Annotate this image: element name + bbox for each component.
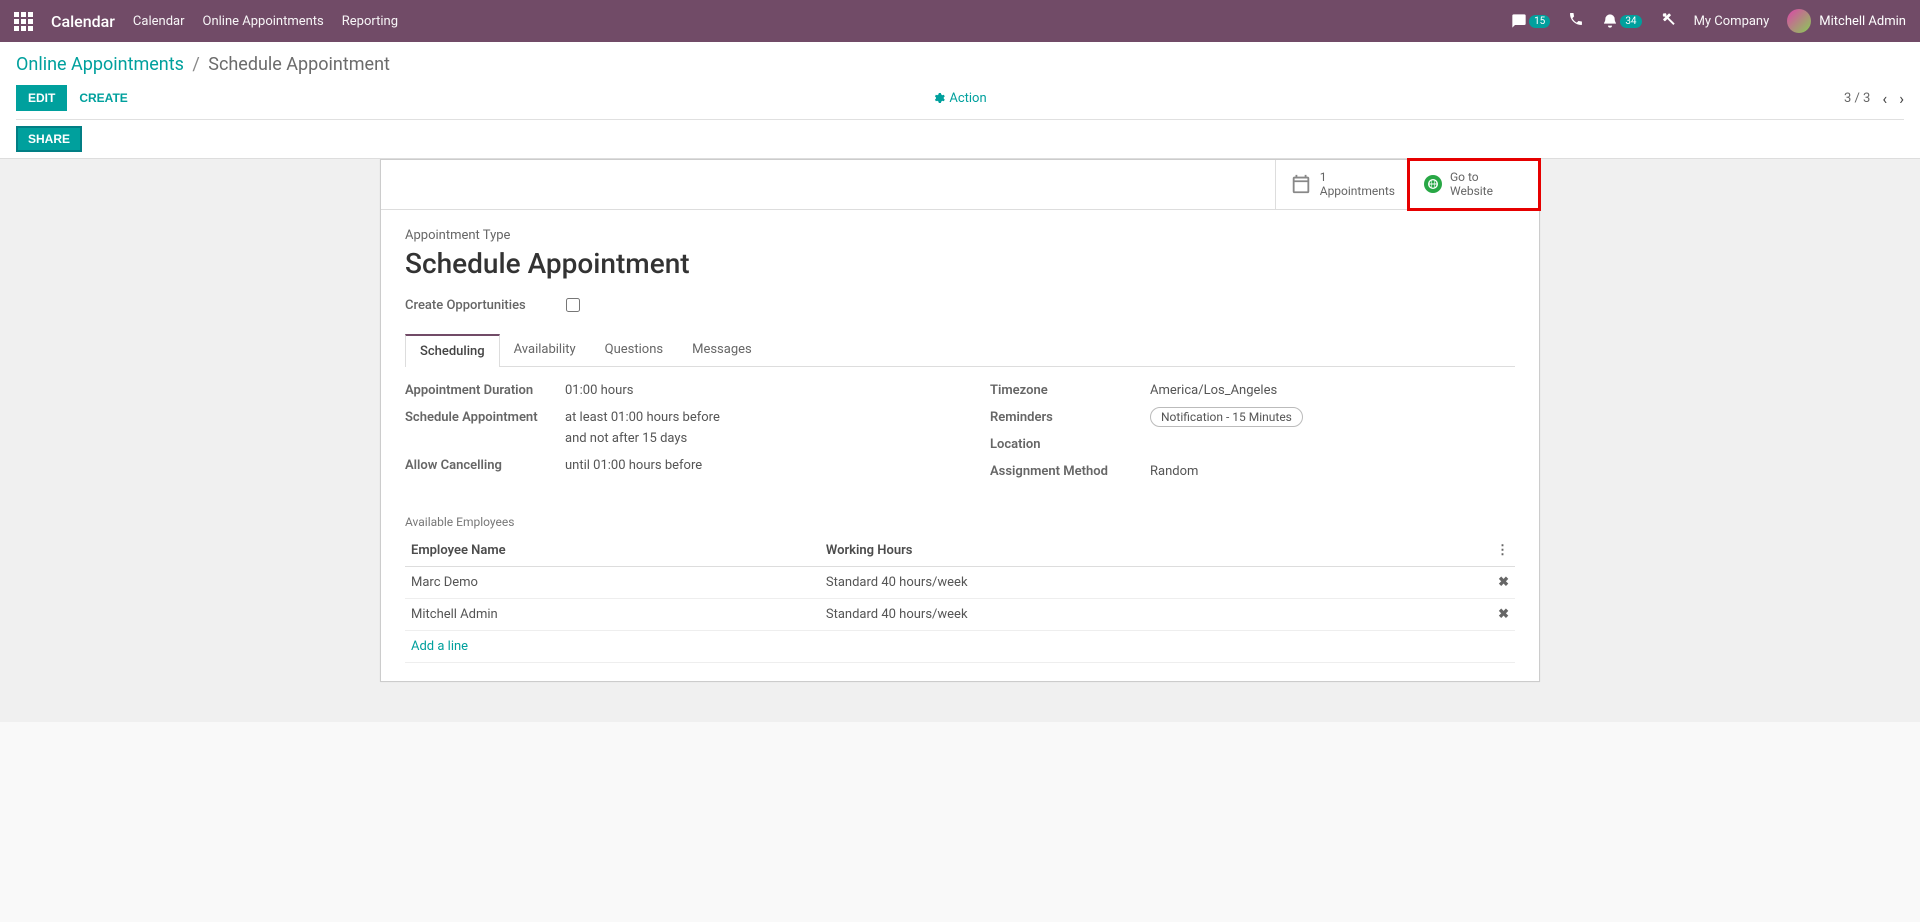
breadcrumb-current: Schedule Appointment xyxy=(208,54,390,75)
timezone-value: America/Los_Angeles xyxy=(1150,383,1277,398)
user-name: Mitchell Admin xyxy=(1819,14,1906,29)
stat-website-line2: Website xyxy=(1450,184,1493,198)
conversations-icon[interactable]: 15 xyxy=(1511,13,1550,29)
table-options[interactable]: ⋮ xyxy=(1418,535,1515,567)
tab-messages[interactable]: Messages xyxy=(677,333,767,366)
scheduling-details: Appointment Duration 01:00 hours Schedul… xyxy=(405,383,1515,491)
create-opportunities-label: Create Opportunities xyxy=(405,298,526,313)
employee-name-cell: Marc Demo xyxy=(405,566,820,598)
phone-icon[interactable] xyxy=(1568,11,1584,31)
conversations-badge: 15 xyxy=(1529,15,1550,28)
action-menu[interactable]: Action xyxy=(933,91,986,106)
form-sheet: 1 Appointments Go to Website Appointment… xyxy=(380,159,1540,682)
assignment-value: Random xyxy=(1150,464,1198,479)
stat-appointments-label: Appointments xyxy=(1320,184,1395,198)
appointment-type-label: Appointment Type xyxy=(405,228,1515,243)
pager-prev[interactable]: ‹ xyxy=(1882,89,1887,108)
app-title[interactable]: Calendar xyxy=(51,12,115,31)
button-box: 1 Appointments Go to Website xyxy=(381,160,1539,210)
employees-section-title: Available Employees xyxy=(405,515,1515,529)
company-menu[interactable]: My Company xyxy=(1694,14,1770,29)
working-hours-cell: Standard 40 hours/week xyxy=(820,566,1418,598)
pager: 3 / 3 ‹ › xyxy=(1844,89,1904,108)
stat-website[interactable]: Go to Website xyxy=(1409,160,1539,209)
breadcrumb: Online Appointments / Schedule Appointme… xyxy=(16,54,1904,75)
nav-calendar[interactable]: Calendar xyxy=(133,14,185,29)
globe-icon xyxy=(1424,175,1442,193)
tab-scheduling[interactable]: Scheduling xyxy=(405,334,500,367)
control-bar: Online Appointments / Schedule Appointme… xyxy=(0,42,1920,158)
add-line-link[interactable]: Add a line xyxy=(411,639,468,654)
debug-icon[interactable] xyxy=(1660,11,1676,31)
tabs: Scheduling Availability Questions Messag… xyxy=(405,333,1515,367)
user-menu[interactable]: Mitchell Admin xyxy=(1787,9,1906,33)
nav-online-appointments[interactable]: Online Appointments xyxy=(203,14,324,29)
schedule-label: Schedule Appointment xyxy=(405,410,565,425)
employees-table: Employee Name Working Hours ⋮ Marc Demo … xyxy=(405,535,1515,663)
reminders-label: Reminders xyxy=(990,410,1150,425)
delete-row-icon[interactable]: ✖ xyxy=(1498,607,1509,622)
employee-name-cell: Mitchell Admin xyxy=(405,598,820,630)
stat-website-line1: Go to xyxy=(1450,170,1493,184)
activities-icon[interactable]: 34 xyxy=(1602,13,1641,29)
breadcrumb-parent[interactable]: Online Appointments xyxy=(16,54,184,75)
activities-badge: 34 xyxy=(1620,15,1641,28)
edit-button[interactable]: EDIT xyxy=(16,85,67,111)
delete-row-icon[interactable]: ✖ xyxy=(1498,575,1509,590)
cancel-value: until 01:00 hours before xyxy=(565,458,702,473)
tab-questions[interactable]: Questions xyxy=(590,333,678,366)
assignment-label: Assignment Method xyxy=(990,464,1150,479)
share-button[interactable]: SHARE xyxy=(16,126,82,152)
nav-reporting[interactable]: Reporting xyxy=(342,14,398,29)
cancel-label: Allow Cancelling xyxy=(405,458,565,473)
working-hours-cell: Standard 40 hours/week xyxy=(820,598,1418,630)
location-label: Location xyxy=(990,437,1150,452)
col-working-hours: Working Hours xyxy=(820,535,1418,567)
form-container: 1 Appointments Go to Website Appointment… xyxy=(0,158,1920,722)
tab-availability[interactable]: Availability xyxy=(499,333,591,366)
schedule-value-2: and not after 15 days xyxy=(565,431,720,446)
schedule-value-1: at least 01:00 hours before xyxy=(565,410,720,425)
duration-value: 01:00 hours xyxy=(565,383,633,398)
apps-icon[interactable] xyxy=(14,12,33,31)
timezone-label: Timezone xyxy=(990,383,1150,398)
create-button[interactable]: CREATE xyxy=(67,85,139,111)
top-navbar: Calendar Calendar Online Appointments Re… xyxy=(0,0,1920,42)
table-row[interactable]: Mitchell Admin Standard 40 hours/week ✖ xyxy=(405,598,1515,630)
stat-appointments-count: 1 xyxy=(1320,170,1395,184)
table-row[interactable]: Marc Demo Standard 40 hours/week ✖ xyxy=(405,566,1515,598)
reminders-value: Notification - 15 Minutes xyxy=(1150,407,1303,427)
pager-text: 3 / 3 xyxy=(1844,91,1870,106)
pager-next[interactable]: › xyxy=(1899,89,1904,108)
stat-appointments[interactable]: 1 Appointments xyxy=(1275,160,1409,209)
col-employee-name: Employee Name xyxy=(405,535,820,567)
avatar xyxy=(1787,9,1811,33)
page-title: Schedule Appointment xyxy=(405,247,1515,280)
duration-label: Appointment Duration xyxy=(405,383,565,398)
create-opportunities-checkbox[interactable] xyxy=(566,298,580,312)
